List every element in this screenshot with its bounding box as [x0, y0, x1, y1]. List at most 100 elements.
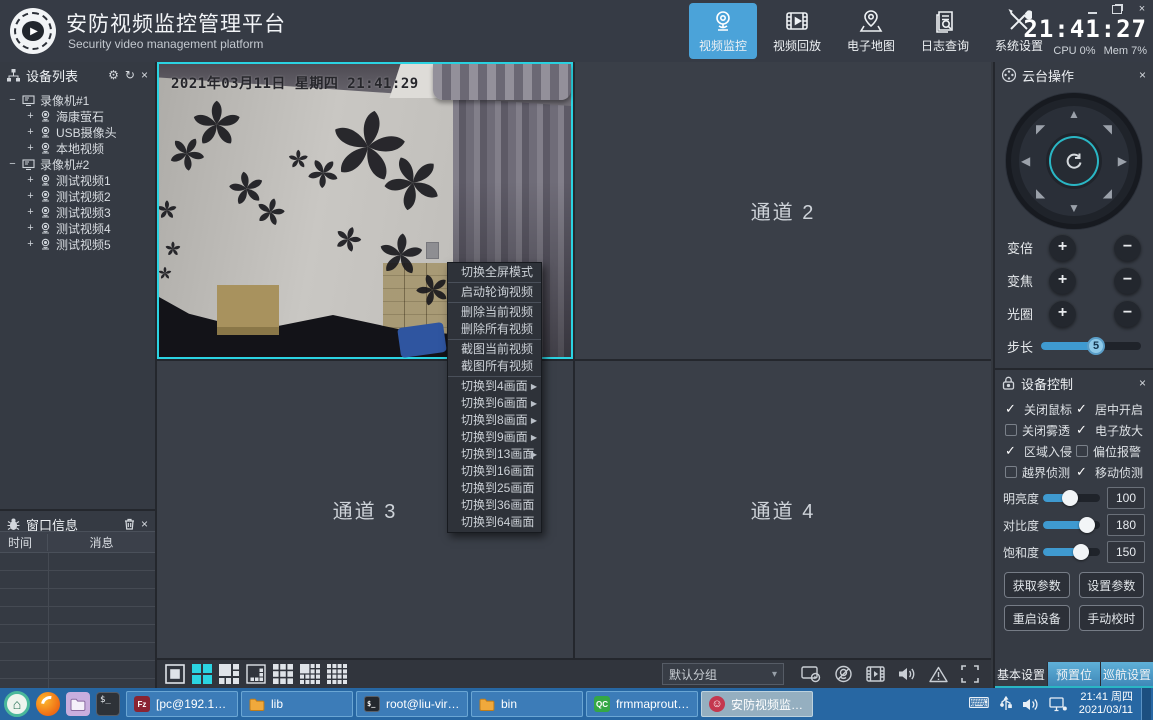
task-security-app[interactable]: ☺ 安防视频监控管... — [701, 691, 813, 717]
nav-e-map[interactable]: 电子地图 — [837, 3, 905, 59]
layout-8-icon[interactable] — [246, 664, 266, 684]
menu-item-start-polling[interactable]: 启动轮询视频 — [448, 284, 541, 301]
expand-icon[interactable]: + — [26, 126, 35, 138]
tree-node-camera[interactable]: + 本地视频 — [0, 140, 155, 156]
zoom-out-button[interactable]: − — [1114, 234, 1141, 261]
device-control-close-icon[interactable]: × — [1139, 377, 1146, 389]
tab-preset[interactable]: 预置位 — [1047, 662, 1100, 686]
checkbox-offset-alarm[interactable]: 偏位报警 — [1076, 444, 1145, 458]
ptz-close-icon[interactable]: × — [1139, 69, 1146, 81]
set-params-button[interactable]: 设置参数 — [1079, 572, 1145, 598]
tree-node-nvr2[interactable]: − 录像机#2 — [0, 156, 155, 172]
collapse-icon[interactable]: − — [8, 94, 17, 106]
slider-knob[interactable] — [1073, 544, 1089, 560]
expand-icon[interactable]: + — [26, 142, 35, 154]
checkbox-defog-off[interactable]: 关闭雾透 — [1005, 423, 1074, 437]
nav-log-query[interactable]: 日志查询 — [911, 3, 979, 59]
tree-node-camera[interactable]: + 测试视频2 — [0, 188, 155, 204]
window-info-close-icon[interactable]: × — [141, 518, 148, 530]
slider-knob[interactable] — [1079, 517, 1095, 533]
video-channel-4[interactable]: 通道 4 — [575, 361, 991, 658]
ptz-down-left-button[interactable]: ◣ — [1036, 187, 1045, 199]
start-menu-button[interactable]: ⌂ — [4, 691, 30, 717]
expand-icon[interactable]: + — [26, 206, 35, 218]
contrast-slider[interactable] — [1043, 521, 1100, 529]
fullscreen-icon[interactable] — [961, 665, 979, 683]
ptz-up-button[interactable]: ▲ — [1068, 108, 1080, 120]
menu-item-split-16[interactable]: 切换到16画面 — [448, 463, 541, 480]
alarm-icon[interactable] — [929, 666, 948, 683]
task-folder-bin[interactable]: bin — [471, 691, 583, 717]
file-manager-icon[interactable] — [66, 692, 90, 716]
device-list-close-icon[interactable]: × — [141, 69, 148, 81]
tray-clock[interactable]: 21:41 周四 2021/03/11 — [1077, 691, 1133, 717]
ptz-up-right-button[interactable]: ◥ — [1103, 123, 1112, 135]
checkbox-motion-detect[interactable]: ✓移动侦测 — [1076, 465, 1145, 479]
layout-6-icon[interactable] — [219, 664, 239, 684]
ptz-down-right-button[interactable]: ◢ — [1103, 187, 1112, 199]
layout-1-icon[interactable] — [165, 664, 185, 684]
device-settings-gear-icon[interactable]: ⚙ — [108, 69, 119, 81]
network-display-icon[interactable] — [1049, 697, 1067, 712]
menu-item-split-13[interactable]: 切换到13画面▶ — [448, 446, 541, 463]
ptz-down-button[interactable]: ▼ — [1068, 202, 1080, 214]
checkbox-digital-zoom[interactable]: ✓电子放大 — [1076, 423, 1145, 437]
show-desktop-button[interactable] — [1141, 688, 1151, 720]
camera-off-icon[interactable] — [834, 665, 853, 683]
task-terminal-root[interactable]: $_ root@liu-virtual... — [356, 691, 468, 717]
ptz-left-button[interactable]: ◀ — [1021, 155, 1030, 167]
menu-item-split-36[interactable]: 切换到36画面 — [448, 497, 541, 514]
collapse-icon[interactable]: − — [8, 158, 17, 170]
tree-node-camera[interactable]: + 海康萤石 — [0, 108, 155, 124]
tree-node-camera[interactable]: + 测试视频3 — [0, 204, 155, 220]
nav-video-playback[interactable]: 视频回放 — [763, 3, 831, 59]
minimize-button[interactable] — [1086, 4, 1098, 14]
ptz-auto-scan-button[interactable] — [1049, 136, 1099, 186]
layout-16-icon[interactable] — [327, 664, 347, 684]
menu-item-split-25[interactable]: 切换到25画面 — [448, 480, 541, 497]
tray-volume-icon[interactable] — [1022, 697, 1039, 712]
tree-node-camera[interactable]: + USB摄像头 — [0, 124, 155, 140]
menu-item-delete-all[interactable]: 删除所有视频 — [448, 321, 541, 338]
checkbox-area-intrusion[interactable]: ✓区域入侵 — [1005, 444, 1074, 458]
menu-item-split-6[interactable]: 切换到6画面▶ — [448, 395, 541, 412]
tree-node-camera[interactable]: + 测试视频4 — [0, 220, 155, 236]
menu-item-delete-current[interactable]: 删除当前视频 — [448, 304, 541, 321]
manual-time-sync-button[interactable]: 手动校时 — [1079, 605, 1145, 631]
zoom-in-button[interactable]: + — [1049, 234, 1076, 261]
iris-close-button[interactable]: − — [1114, 300, 1141, 327]
tab-cruise-settings[interactable]: 巡航设置 — [1100, 662, 1153, 686]
expand-icon[interactable]: + — [26, 222, 35, 234]
step-slider[interactable]: 5 — [1041, 342, 1141, 350]
trash-icon[interactable] — [124, 518, 135, 530]
device-refresh-icon[interactable]: ↻ — [125, 69, 135, 81]
task-qtcreator[interactable]: QC frmmaproute.h ... — [586, 691, 698, 717]
tab-basic-settings[interactable]: 基本设置 — [995, 662, 1047, 686]
checkbox-cross-line[interactable]: 越界侦测 — [1005, 465, 1074, 479]
expand-icon[interactable]: + — [26, 190, 35, 202]
layout-4-icon[interactable] — [192, 664, 212, 684]
ptz-right-button[interactable]: ▶ — [1118, 155, 1127, 167]
volume-icon[interactable] — [898, 666, 916, 682]
restore-button[interactable] — [1111, 4, 1123, 14]
focus-out-button[interactable]: − — [1114, 267, 1141, 294]
menu-item-snapshot-current[interactable]: 截图当前视频 — [448, 341, 541, 358]
menu-item-split-4[interactable]: 切换到4画面▶ — [448, 378, 541, 395]
task-filezilla[interactable]: Fz [pc@192.168.0.... — [126, 691, 238, 717]
video-channel-2[interactable]: 通道 2 — [575, 62, 991, 359]
expand-icon[interactable]: + — [26, 110, 35, 122]
layout-9-icon[interactable] — [273, 664, 293, 684]
menu-item-split-9[interactable]: 切换到9画面▶ — [448, 429, 541, 446]
menu-item-fullscreen[interactable]: 切换全屏模式 — [448, 264, 541, 281]
focus-in-button[interactable]: + — [1049, 267, 1076, 294]
terminal-launcher-icon[interactable]: $_ — [96, 692, 120, 716]
record-icon[interactable] — [866, 666, 885, 682]
get-params-button[interactable]: 获取参数 — [1004, 572, 1070, 598]
expand-icon[interactable]: + — [26, 174, 35, 186]
group-select[interactable]: 默认分组 ▾ — [662, 663, 784, 685]
tree-node-camera[interactable]: + 测试视频1 — [0, 172, 155, 188]
expand-icon[interactable]: + — [26, 238, 35, 250]
menu-item-snapshot-all[interactable]: 截图所有视频 — [448, 358, 541, 375]
iris-open-button[interactable]: + — [1049, 300, 1076, 327]
tree-node-nvr1[interactable]: − 录像机#1 — [0, 92, 155, 108]
